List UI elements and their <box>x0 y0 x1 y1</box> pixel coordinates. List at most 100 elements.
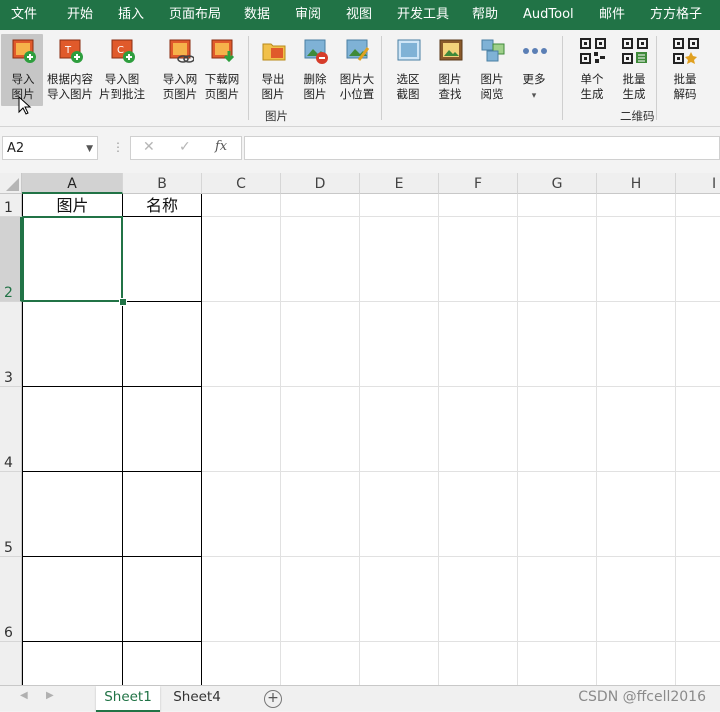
select-all-corner[interactable] <box>0 173 22 194</box>
export-picture-label-2: 图片 <box>261 87 285 101</box>
download-web-picture-label-2: 页图片 <box>204 87 240 101</box>
row-number: 5 <box>4 540 13 556</box>
picture-size-label-1: 图片大 <box>339 72 375 86</box>
menu-developer[interactable]: 开发工具 <box>397 0 449 30</box>
spreadsheet-grid: A B C D E F G H I 1 2 3 4 5 6 图片 名称 <box>0 173 720 685</box>
column-header-a[interactable]: A <box>22 173 123 194</box>
cell-b1[interactable]: 名称 <box>123 194 201 217</box>
picture-view-label-1: 图片 <box>480 72 504 86</box>
screenshot-label-2: 截图 <box>396 87 420 101</box>
row-header-7[interactable] <box>0 642 22 685</box>
qr-single-icon <box>580 38 606 64</box>
more-dropdown-icon: ▾ <box>531 91 537 101</box>
column-header-f[interactable]: F <box>439 173 518 194</box>
column-header-b[interactable]: B <box>123 173 202 194</box>
qr-decode-label-2: 解码 <box>673 87 697 101</box>
group-label-picture: 图片 <box>265 109 288 123</box>
column-header-h[interactable]: H <box>597 173 676 194</box>
gridline <box>280 194 281 685</box>
row-header-5[interactable]: 5 <box>0 472 22 557</box>
menu-audtool[interactable]: AudTool <box>523 0 574 30</box>
row-header-6[interactable]: 6 <box>0 557 22 642</box>
download-web-picture-button[interactable]: 下载网 页图片 <box>200 34 244 106</box>
qr-batch-label-2: 生成 <box>622 87 646 101</box>
import-to-comment-button[interactable]: C 导入图 片到批注 <box>99 34 145 106</box>
import-by-content-button[interactable]: T 根据内容 导入图片 <box>47 34 93 106</box>
row-header-1[interactable]: 1 <box>0 194 22 217</box>
import-picture-icon <box>12 39 36 63</box>
import-web-picture-icon <box>169 39 194 63</box>
scroll-right-icon[interactable]: ▶ <box>46 690 54 701</box>
screenshot-label-1: 选区 <box>396 72 420 86</box>
row-number: 3 <box>4 370 13 386</box>
qr-single-label-1: 单个 <box>580 72 604 86</box>
menu-help[interactable]: 帮助 <box>472 0 498 30</box>
gridline <box>359 194 360 685</box>
picture-size-label-2: 小位置 <box>339 87 375 101</box>
chevron-down-icon[interactable]: ▼ <box>86 137 93 161</box>
formula-bar-grip-icon: ⋮ <box>112 140 124 154</box>
qr-batch-button[interactable]: 批量 生成 <box>612 34 656 106</box>
table-border <box>22 471 202 472</box>
delete-picture-icon <box>304 39 328 64</box>
menu-review[interactable]: 审阅 <box>295 0 321 30</box>
name-box-value: A2 <box>7 141 25 156</box>
picture-search-icon <box>439 39 463 61</box>
table-border <box>22 556 202 557</box>
menu-insert[interactable]: 插入 <box>118 0 144 30</box>
export-picture-label-1: 导出 <box>261 72 285 86</box>
gridline <box>596 194 597 685</box>
sheet-tab-bar: ◀ ▶ Sheet1 Sheet4 + CSDN @ffcell2016 <box>0 685 720 712</box>
cell-a1[interactable]: 图片 <box>23 194 122 217</box>
scroll-left-icon[interactable]: ◀ <box>20 690 28 701</box>
cancel-icon[interactable]: ✕ <box>143 139 155 155</box>
column-header-g[interactable]: G <box>518 173 597 194</box>
sheet-tab-sheet4[interactable]: Sheet4 <box>165 686 229 710</box>
mouse-cursor-icon <box>18 96 32 115</box>
menu-home[interactable]: 开始 <box>67 0 93 30</box>
sheet-tab-sheet1[interactable]: Sheet1 <box>96 686 160 712</box>
formula-input[interactable] <box>244 136 720 160</box>
delete-picture-label-2: 图片 <box>303 87 327 101</box>
row-number: 1 <box>4 200 13 216</box>
column-header-e[interactable]: E <box>360 173 439 194</box>
column-header-d[interactable]: D <box>281 173 360 194</box>
select-all-icon <box>6 178 19 191</box>
row-header-4[interactable]: 4 <box>0 387 22 472</box>
screenshot-icon <box>397 39 421 61</box>
qr-decode-label-1: 批量 <box>673 72 697 86</box>
column-header-i[interactable]: I <box>676 173 720 194</box>
import-to-comment-icon: C <box>111 39 135 63</box>
name-box[interactable]: A2 ▼ <box>2 136 98 160</box>
svg-text:C: C <box>117 45 124 56</box>
confirm-icon[interactable]: ✓ <box>179 139 191 155</box>
add-sheet-icon[interactable]: + <box>264 690 282 708</box>
more-icon <box>523 48 547 54</box>
menu-file[interactable]: 文件 <box>11 0 37 30</box>
import-by-content-label-2: 导入图片 <box>47 87 93 101</box>
more-button[interactable]: 更多 ▾ <box>512 34 556 106</box>
menu-mail[interactable]: 邮件 <box>599 0 625 30</box>
qr-decode-icon <box>673 38 699 64</box>
column-header-c[interactable]: C <box>202 173 281 194</box>
menu-page-layout[interactable]: 页面布局 <box>169 0 221 30</box>
qr-batch-label-1: 批量 <box>622 72 646 86</box>
menu-view[interactable]: 视图 <box>346 0 372 30</box>
delete-picture-label-1: 删除 <box>303 72 327 86</box>
active-cell-a2[interactable] <box>22 216 123 302</box>
menu-fangfang[interactable]: 方方格子 <box>650 0 702 30</box>
group-label-qrcode: 二维码 <box>620 109 655 123</box>
picture-size-button[interactable]: 图片大 小位置 <box>335 34 379 106</box>
fill-handle[interactable] <box>119 298 127 306</box>
qr-decode-button[interactable]: 批量 解码 <box>663 34 707 106</box>
ribbon-separator <box>656 36 657 120</box>
picture-view-label-2: 阅览 <box>480 87 504 101</box>
more-label-1: 更多 <box>522 72 546 86</box>
row-header-2[interactable]: 2 <box>0 217 22 302</box>
import-picture-label-1: 导入 <box>11 72 35 86</box>
table-border <box>201 194 202 685</box>
menu-data[interactable]: 数据 <box>244 0 270 30</box>
insert-function-icon[interactable]: fx <box>215 139 227 154</box>
row-header-3[interactable]: 3 <box>0 302 22 387</box>
row-number: 4 <box>4 455 13 471</box>
